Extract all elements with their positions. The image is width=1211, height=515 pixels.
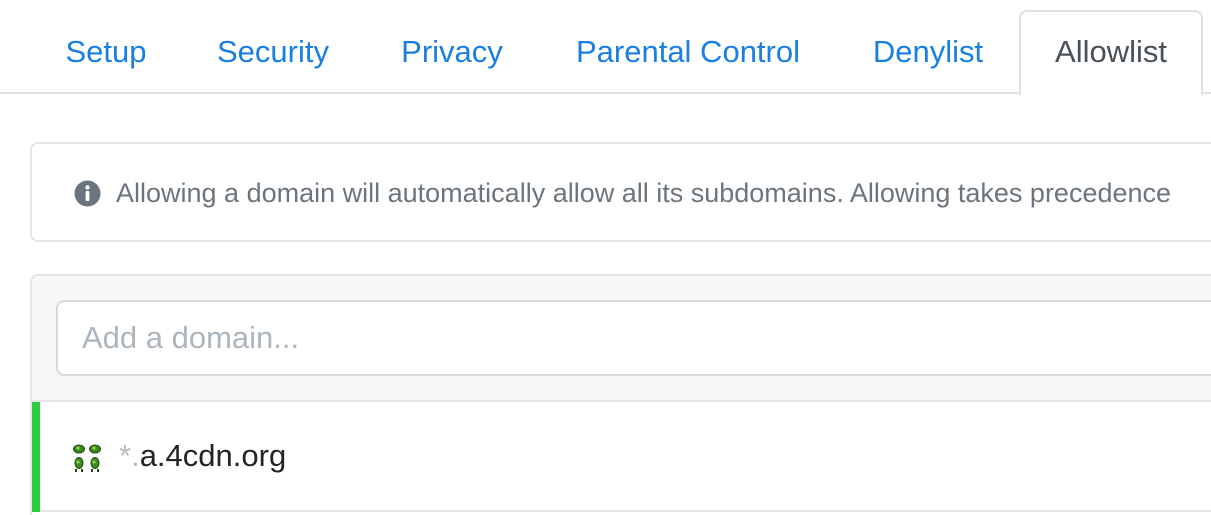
tab-security[interactable]: Security	[196, 10, 350, 94]
tab-parental-control[interactable]: Parental Control	[550, 10, 826, 94]
domain-name: *.a.4cdn.org	[119, 438, 286, 474]
wildcard-prefix: *.	[119, 438, 140, 473]
tab-setup[interactable]: Setup	[32, 10, 180, 94]
allowlist-item[interactable]: *.a.4cdn.org	[32, 402, 1211, 512]
clover-favicon-icon	[72, 443, 102, 473]
info-alert: Allowing a domain will automatically all…	[30, 142, 1211, 242]
card-header	[32, 276, 1211, 402]
allowlist-card: *.a.4cdn.org	[30, 274, 1211, 515]
enabled-status-bar	[32, 402, 40, 512]
tab-allowlist[interactable]: Allowlist	[1019, 10, 1203, 96]
tab-denylist[interactable]: Denylist	[850, 10, 1006, 94]
tab-privacy[interactable]: Privacy	[378, 10, 526, 94]
page: Setup Security Privacy Parental Control …	[0, 0, 1211, 515]
add-domain-input[interactable]	[56, 300, 1211, 376]
tab-bar: Setup Security Privacy Parental Control …	[0, 0, 1211, 96]
info-circle-icon	[74, 180, 101, 207]
alert-message: Allowing a domain will automatically all…	[116, 178, 1172, 208]
domain-label: a.4cdn.org	[139, 438, 287, 473]
